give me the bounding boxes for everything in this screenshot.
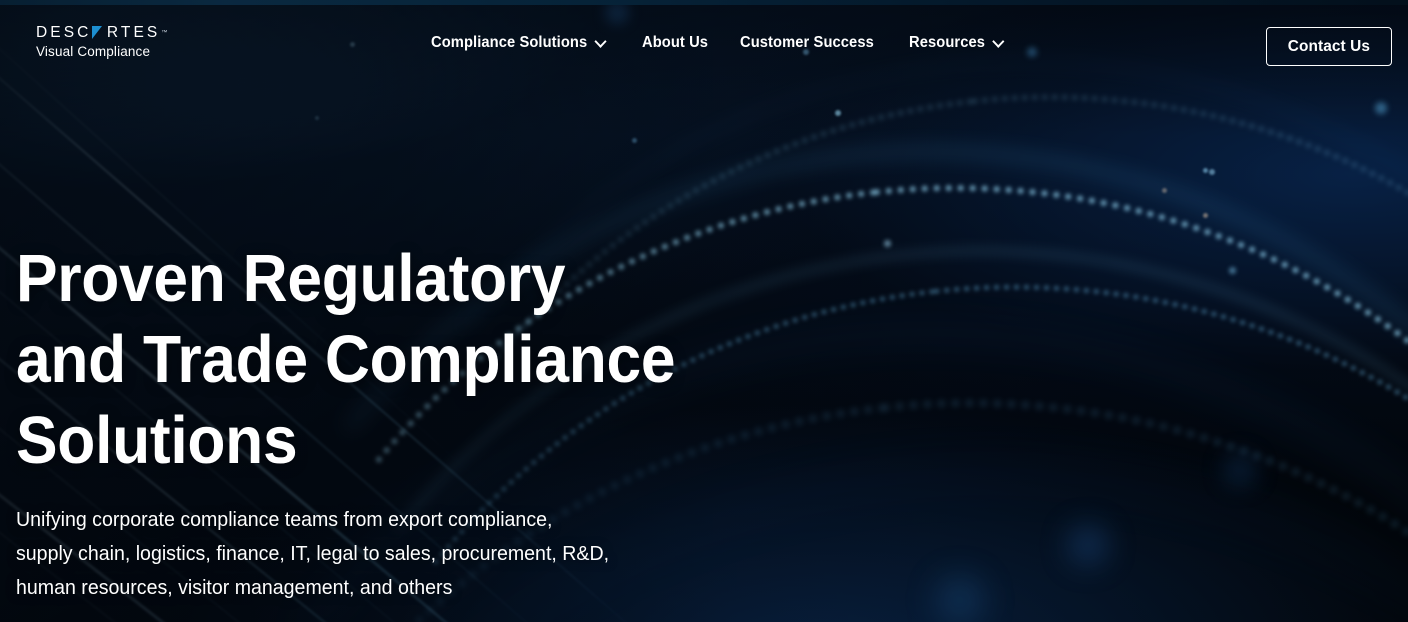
nav-item-resources[interactable]: Resources bbox=[909, 34, 1002, 52]
brand-logo-tagline: Visual Compliance bbox=[36, 44, 151, 59]
site-header: DESC RTES ™ Visual Compliance Compliance… bbox=[0, 0, 1408, 92]
contact-us-button[interactable]: Contact Us bbox=[1265, 27, 1392, 66]
nav-item-label: Compliance Solutions bbox=[431, 34, 588, 51]
nav-item-compliance-solutions[interactable]: Compliance Solutions bbox=[431, 34, 604, 52]
nav-item-label: Resources bbox=[909, 34, 986, 51]
brand-logo[interactable]: DESC RTES ™ Visual Compliance bbox=[36, 24, 196, 59]
chevron-down-icon[interactable] bbox=[994, 37, 1003, 46]
nav-item-customer-success[interactable]: Customer Success bbox=[740, 34, 874, 52]
primary-navigation: Compliance Solutions About Us Customer Suc… bbox=[431, 34, 1007, 52]
chevron-down-icon[interactable] bbox=[596, 37, 605, 46]
brand-logo-word-pre: DESC bbox=[36, 23, 92, 41]
hero-title: Proven Regulatory and Trade Compliance S… bbox=[16, 241, 676, 478]
trademark-icon: ™ bbox=[161, 29, 168, 36]
triangle-a-glyph-icon bbox=[92, 26, 103, 39]
nav-item-about-us[interactable]: About Us bbox=[642, 34, 708, 52]
hero-content: Proven Regulatory and Trade Compliance S… bbox=[16, 238, 796, 605]
brand-logo-wordmark: DESC RTES ™ bbox=[36, 24, 196, 41]
nav-item-label: About Us bbox=[641, 34, 708, 51]
nav-item-label: Customer Success bbox=[739, 34, 874, 51]
brand-logo-word-post: RTES bbox=[106, 23, 161, 41]
hero-section: DESC RTES ™ Visual Compliance Compliance… bbox=[0, 0, 1408, 622]
hero-subtitle: Unifying corporate compliance teams from… bbox=[16, 508, 610, 599]
